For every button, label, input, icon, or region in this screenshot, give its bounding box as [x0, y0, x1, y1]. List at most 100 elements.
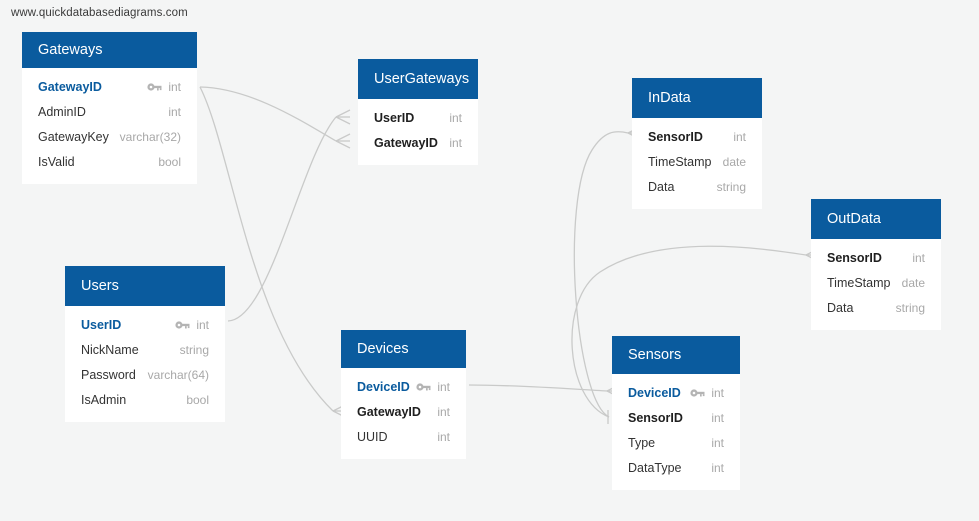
field-row[interactable]: TimeStamp date [811, 270, 941, 295]
table-header-usergateways[interactable]: UserGateways [358, 59, 478, 99]
field-meta: string [896, 301, 925, 315]
field-meta: int [690, 386, 724, 400]
field-row[interactable]: DataType int [612, 455, 740, 480]
field-name-gateways-isvalid: IsValid [38, 154, 75, 169]
table-header-devices[interactable]: Devices [341, 330, 466, 368]
field-row[interactable]: UserID int [358, 105, 478, 130]
field-row[interactable]: Data string [811, 295, 941, 320]
field-row[interactable]: SensorID int [612, 405, 740, 430]
table-card-usergateways[interactable]: UserGateways UserID int GatewayID int [358, 59, 478, 165]
field-row[interactable]: GatewayID int [341, 399, 466, 424]
table-header-users[interactable]: Users [65, 266, 225, 306]
table-header-sensors[interactable]: Sensors [612, 336, 740, 374]
field-meta: int [711, 411, 724, 425]
field-row[interactable]: AdminID int [22, 99, 197, 124]
field-name-indata-data: Data [648, 179, 675, 194]
field-type: string [895, 300, 925, 315]
field-type: int [437, 379, 450, 394]
field-name-sensors-sensorid: SensorID [628, 410, 683, 425]
field-row[interactable]: IsValid bool [22, 149, 197, 174]
field-row[interactable]: GatewayID int [358, 130, 478, 155]
field-meta: int [449, 136, 462, 150]
connector-devices-sensors [468, 384, 608, 392]
table-card-gateways[interactable]: Gateways GatewayID int AdminID int GatewayKey… [22, 32, 197, 184]
table-body-users: UserID int NickName string Password varchar(6… [65, 306, 225, 422]
table-card-indata[interactable]: InData SensorID int TimeStamp date Data string [632, 78, 762, 209]
field-row[interactable]: DeviceID int [341, 374, 466, 399]
field-row[interactable]: Data string [632, 174, 762, 199]
field-row[interactable]: GatewayID int [22, 74, 197, 99]
field-type: int [168, 79, 181, 94]
key-icon [416, 382, 431, 392]
field-meta: bool [186, 393, 209, 407]
field-meta: int [416, 380, 450, 394]
table-card-outdata[interactable]: OutData SensorID int TimeStamp date Data strin… [811, 199, 941, 330]
field-meta: varchar(32) [120, 130, 181, 144]
field-name-indata-timestamp: TimeStamp [648, 154, 712, 169]
table-card-devices[interactable]: Devices DeviceID int GatewayID int UUID int [341, 330, 466, 459]
table-header-gateways[interactable]: Gateways [22, 32, 197, 68]
field-type: date [722, 154, 746, 169]
field-name-users-userid: UserID [81, 317, 122, 332]
field-name-devices-deviceid: DeviceID [357, 379, 410, 394]
field-meta: int [175, 318, 209, 332]
marker-many-usergateways-userid [335, 109, 351, 125]
field-name-devices-uuid: UUID [357, 429, 388, 444]
field-row[interactable]: Type int [612, 430, 740, 455]
field-name-sensors-datatype: DataType [628, 460, 682, 475]
field-row[interactable]: IsAdmin bool [65, 387, 225, 412]
field-meta: bool [158, 155, 181, 169]
field-meta: int [912, 251, 925, 265]
table-header-outdata[interactable]: OutData [811, 199, 941, 239]
table-body-devices: DeviceID int GatewayID int UUID int [341, 368, 466, 459]
diagram-canvas[interactable]: www.quickdatabasediagrams.com Gateways G… [0, 0, 979, 521]
field-row[interactable]: SensorID int [811, 245, 941, 270]
table-body-usergateways: UserID int GatewayID int [358, 99, 478, 165]
field-name-users-nickname: NickName [81, 342, 139, 357]
field-type: int [437, 404, 450, 419]
field-row[interactable]: GatewayKey varchar(32) [22, 124, 197, 149]
key-icon [690, 388, 705, 398]
field-type: int [711, 435, 724, 450]
connector-gateways-usergateways [199, 86, 337, 142]
field-type: string [716, 179, 746, 194]
field-name-usergateways-gatewayid: GatewayID [374, 135, 438, 150]
table-card-users[interactable]: Users UserID int NickName string Password varc… [65, 266, 225, 422]
field-name-sensors-type: Type [628, 435, 656, 450]
field-row[interactable]: SensorID int [632, 124, 762, 149]
field-type: bool [158, 154, 181, 169]
field-name-devices-gatewayid: GatewayID [357, 404, 421, 419]
table-header-indata[interactable]: InData [632, 78, 762, 118]
field-row[interactable]: Password varchar(64) [65, 362, 225, 387]
field-name-gateways-gatewaykey: GatewayKey [38, 129, 109, 144]
field-name-outdata-sensorid: SensorID [827, 250, 882, 265]
field-row[interactable]: UserID int [65, 312, 225, 337]
table-card-sensors[interactable]: Sensors DeviceID int SensorID int Type int Data… [612, 336, 740, 490]
field-name-users-isadmin: IsAdmin [81, 392, 127, 407]
field-type: int [711, 385, 724, 400]
field-meta: varchar(64) [148, 368, 209, 382]
field-type: varchar(32) [119, 129, 181, 144]
field-type: string [179, 342, 209, 357]
field-meta: date [723, 155, 746, 169]
field-row[interactable]: DeviceID int [612, 380, 740, 405]
field-meta: int [147, 80, 181, 94]
field-type: int [449, 110, 462, 125]
field-type: varchar(64) [147, 367, 209, 382]
field-type: int [733, 129, 746, 144]
table-body-sensors: DeviceID int SensorID int Type int DataType int [612, 374, 740, 490]
connector-users-usergateways [227, 116, 337, 322]
field-meta: int [711, 436, 724, 450]
field-type: int [449, 135, 462, 150]
field-row[interactable]: UUID int [341, 424, 466, 449]
field-meta: int [449, 111, 462, 125]
field-meta: string [717, 180, 746, 194]
field-name-users-password: Password [81, 367, 136, 382]
field-row[interactable]: TimeStamp date [632, 149, 762, 174]
table-body-gateways: GatewayID int AdminID int GatewayKey varchar(… [22, 68, 197, 184]
marker-many-usergateways-gatewayid [335, 133, 351, 149]
field-row[interactable]: NickName string [65, 337, 225, 362]
field-name-gateways-gatewayid: GatewayID [38, 79, 102, 94]
key-icon [147, 82, 162, 92]
field-meta: int [168, 105, 181, 119]
